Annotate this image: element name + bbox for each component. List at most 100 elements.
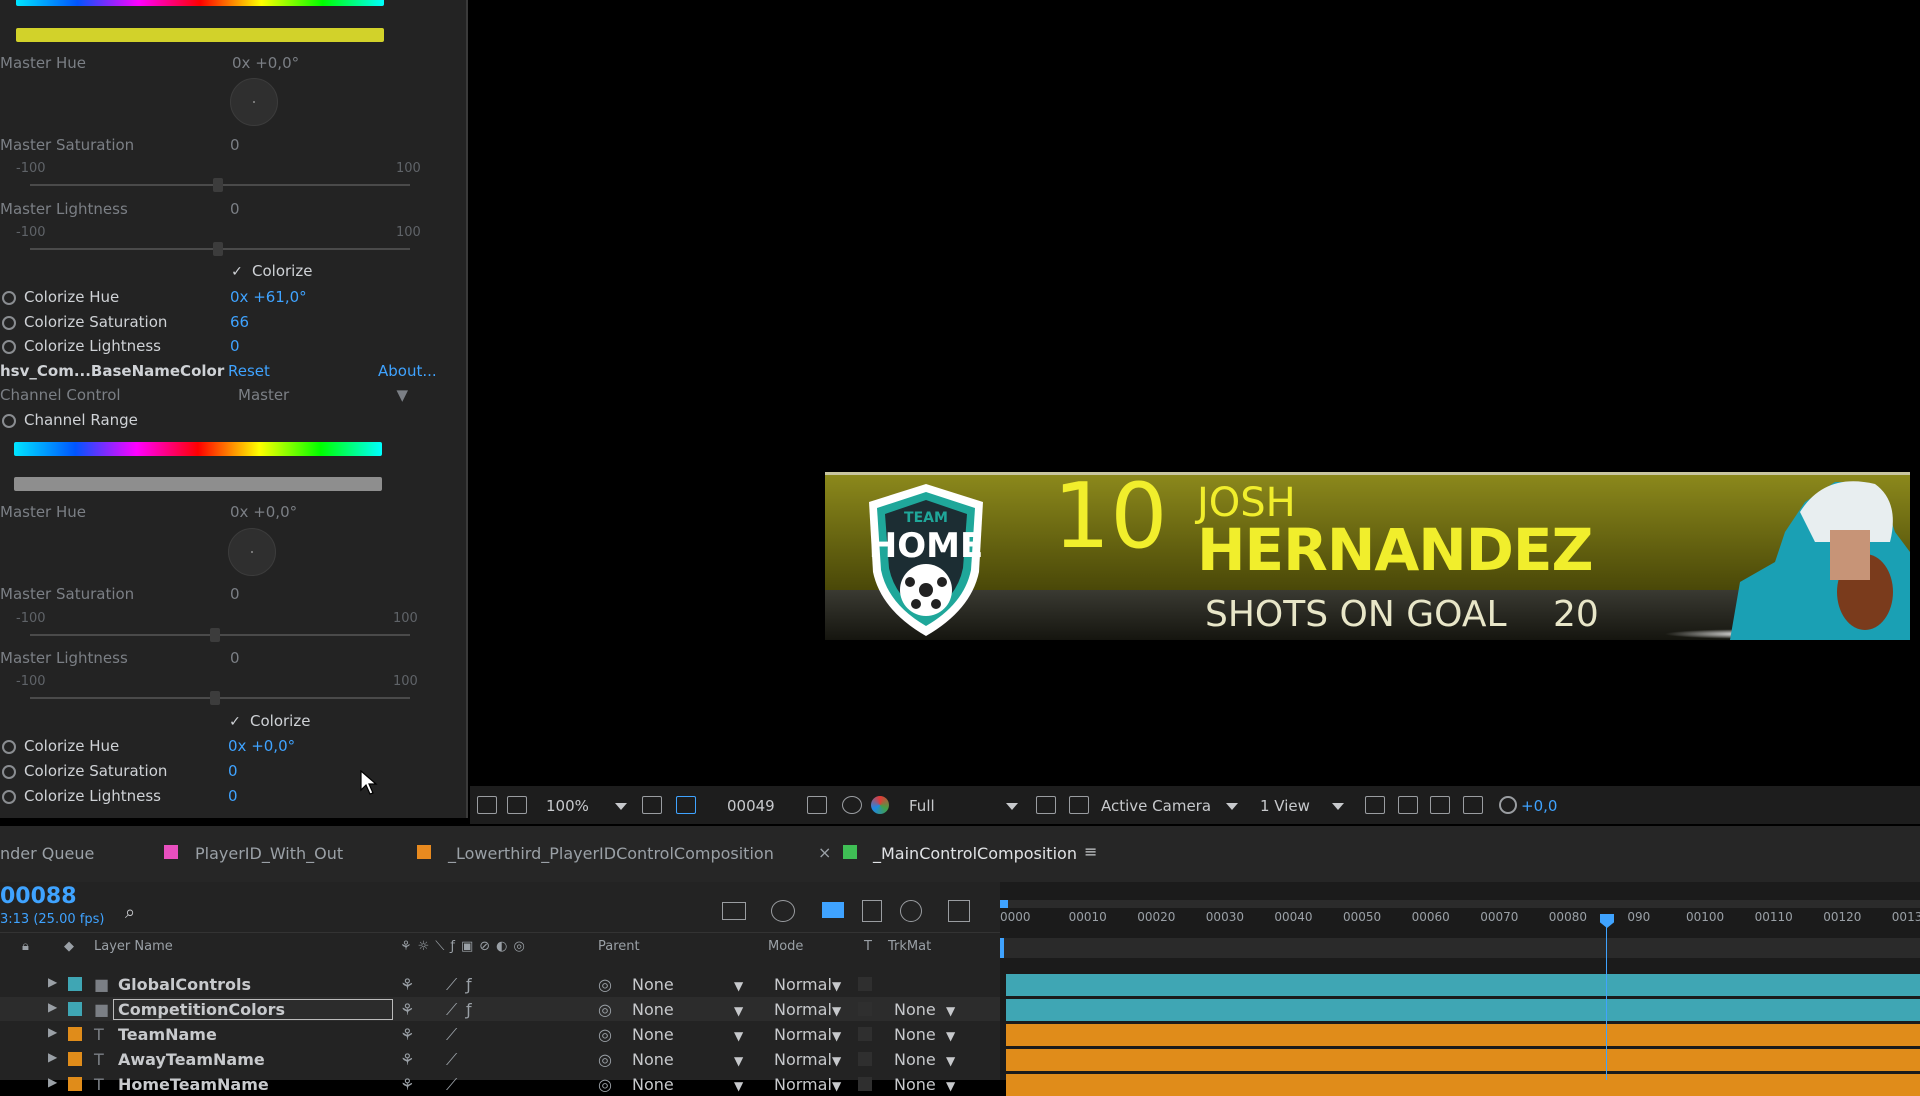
reset-link[interactable]: Reset xyxy=(228,362,270,380)
pickwhip-icon[interactable]: ◎ xyxy=(598,975,612,994)
reset-exposure-icon[interactable] xyxy=(1499,796,1517,814)
expand-triangle-icon[interactable]: ▶ xyxy=(48,1000,57,1014)
preserve-transparency-toggle[interactable] xyxy=(858,1027,872,1041)
parent-value[interactable]: None xyxy=(632,1050,674,1069)
master-lightness-value[interactable]: 0 xyxy=(230,649,240,667)
composition-mini-flowchart-icon[interactable] xyxy=(722,902,746,920)
chevron-down-icon[interactable]: ▼ xyxy=(734,979,743,993)
camera-value[interactable]: Active Camera xyxy=(1101,797,1211,815)
colorize-lightness-value[interactable]: 0 xyxy=(230,337,240,355)
layer-name[interactable]: CompetitionColors xyxy=(113,999,393,1020)
playhead-line[interactable] xyxy=(1606,914,1607,1080)
quality-switch-icon[interactable]: ⟋ xyxy=(446,975,457,995)
mode-value[interactable]: Normal xyxy=(774,1025,832,1044)
label-color-swatch[interactable] xyxy=(68,1002,82,1016)
pickwhip-icon[interactable]: ◎ xyxy=(598,1050,612,1069)
stopwatch-icon[interactable] xyxy=(2,413,16,428)
tab-main-control-composition[interactable]: _MainControlComposition xyxy=(873,844,1077,863)
slider-knob[interactable] xyxy=(210,628,220,642)
channel-control-dropdown[interactable]: Master ▼ xyxy=(238,383,408,407)
shy-switch-icon[interactable]: ⚘ xyxy=(400,1050,414,1069)
panel-menu-icon[interactable]: ≡ xyxy=(1084,842,1097,861)
chevron-down-icon[interactable]: ▼ xyxy=(734,1054,743,1068)
mode-value[interactable]: Normal xyxy=(774,1050,832,1069)
master-lightness-value[interactable]: 0 xyxy=(230,200,240,218)
layer-duration-bar[interactable] xyxy=(1006,974,1920,996)
about-link[interactable]: About... xyxy=(378,362,437,380)
tab-lowerthird-playerid-control[interactable]: _Lowerthird_PlayerIDControlComposition xyxy=(448,844,774,863)
effects-switch-icon[interactable]: ƒ xyxy=(466,1000,472,1019)
stopwatch-icon[interactable] xyxy=(2,764,16,779)
shy-switch-icon[interactable]: ⚘ xyxy=(400,1075,414,1094)
quality-switch-icon[interactable]: ⟋ xyxy=(446,1025,457,1045)
zoom-level[interactable]: 100% xyxy=(546,797,589,815)
transparency-grid-icon[interactable] xyxy=(1069,796,1089,814)
composition-viewer[interactable] xyxy=(470,0,1920,786)
show-snapshot-icon[interactable] xyxy=(842,796,862,814)
search-icon[interactable]: ⌕ xyxy=(125,902,135,923)
parent-value[interactable]: None xyxy=(632,1075,674,1094)
chevron-down-icon[interactable]: ▼ xyxy=(832,1004,841,1018)
colorize-lightness-value[interactable]: 0 xyxy=(228,787,238,805)
pickwhip-icon[interactable]: ◎ xyxy=(598,1000,612,1019)
chevron-down-icon[interactable]: ▼ xyxy=(946,1004,955,1018)
grid-icon[interactable] xyxy=(642,796,662,814)
preserve-transparency-toggle[interactable] xyxy=(858,977,872,991)
master-hue-dial[interactable] xyxy=(228,528,276,576)
chevron-down-icon[interactable]: ▼ xyxy=(734,1029,743,1043)
master-saturation-slider[interactable] xyxy=(30,634,410,636)
work-area-bar[interactable] xyxy=(1000,900,1920,908)
colorize-checkbox[interactable]: ✓ Colorize xyxy=(230,259,390,283)
mode-header[interactable]: Mode xyxy=(768,939,803,954)
graph-editor-icon[interactable] xyxy=(948,900,970,922)
fast-preview-icon[interactable] xyxy=(1398,796,1418,814)
quality-switch-icon[interactable]: ⟋ xyxy=(446,1075,457,1095)
layer-row[interactable]: ▶ T AwayTeamName ⚘ ⟋ ◎ None ▼ Normal ▼ None ▼ xyxy=(0,1047,1000,1071)
shy-switch-icon[interactable]: ⚘ xyxy=(400,1025,414,1044)
trkmat-value[interactable]: None xyxy=(894,1025,936,1044)
slider-knob[interactable] xyxy=(213,178,223,192)
preserve-transparency-toggle[interactable] xyxy=(858,1002,872,1016)
layer-name[interactable]: HomeTeamName xyxy=(118,1075,269,1094)
trkmat-value[interactable]: None xyxy=(894,1000,936,1019)
colorize-saturation-value[interactable]: 66 xyxy=(230,313,249,331)
layer-name[interactable]: GlobalControls xyxy=(118,975,251,994)
layer-row[interactable]: ▶ T HomeTeamName ⚘ ⟋ ◎ None ▼ Normal ▼ None ▼ xyxy=(0,1072,1000,1096)
chevron-down-icon[interactable] xyxy=(615,803,627,810)
chevron-down-icon[interactable]: ▼ xyxy=(734,1079,743,1093)
camera-snapshot-icon[interactable] xyxy=(807,796,827,814)
label-color-swatch[interactable] xyxy=(68,977,82,991)
colorize-hue-value[interactable]: 0x +0,0° xyxy=(228,737,295,755)
frame-blending-icon[interactable] xyxy=(862,900,882,922)
master-saturation-value[interactable]: 0 xyxy=(230,136,240,154)
master-hue-dial[interactable] xyxy=(230,78,278,126)
exposure-value[interactable]: +0,0 xyxy=(1521,797,1557,815)
mode-value[interactable]: Normal xyxy=(774,975,832,994)
trkmat-header[interactable]: TrkMat xyxy=(888,939,931,954)
region-of-interest-icon[interactable] xyxy=(477,796,497,814)
chevron-down-icon[interactable]: ▼ xyxy=(832,979,841,993)
layer-name-header[interactable]: Layer Name xyxy=(94,939,173,954)
in-point-marker[interactable] xyxy=(1000,938,1004,958)
chevron-down-icon[interactable]: ▼ xyxy=(734,1004,743,1018)
quality-switch-icon[interactable]: ⟋ xyxy=(446,1000,457,1020)
chevron-down-icon[interactable]: ▼ xyxy=(946,1029,955,1043)
resolution-value[interactable]: Full xyxy=(909,797,935,815)
motion-blur-icon[interactable] xyxy=(900,900,922,922)
mode-value[interactable]: Normal xyxy=(774,1075,832,1094)
current-frame[interactable]: 00088 xyxy=(0,884,77,909)
layer-duration-bar[interactable] xyxy=(1006,1049,1920,1071)
layer-duration-bar[interactable] xyxy=(1006,1024,1920,1046)
effects-switch-icon[interactable]: ƒ xyxy=(466,975,472,994)
layer-duration-bar[interactable] xyxy=(1006,999,1920,1021)
pickwhip-icon[interactable]: ◎ xyxy=(598,1075,612,1094)
colorize-checkbox[interactable]: ✓ Colorize xyxy=(228,709,388,733)
mode-value[interactable]: Normal xyxy=(774,1000,832,1019)
flowchart-icon[interactable] xyxy=(1463,796,1483,814)
chevron-down-icon[interactable]: ▼ xyxy=(946,1079,955,1093)
preserve-transparency-toggle[interactable] xyxy=(858,1052,872,1066)
label-color-swatch[interactable] xyxy=(68,1052,82,1066)
expand-triangle-icon[interactable]: ▶ xyxy=(48,975,57,989)
quality-switch-icon[interactable]: ⟋ xyxy=(446,1050,457,1070)
hide-shy-layers-icon[interactable] xyxy=(822,902,844,918)
